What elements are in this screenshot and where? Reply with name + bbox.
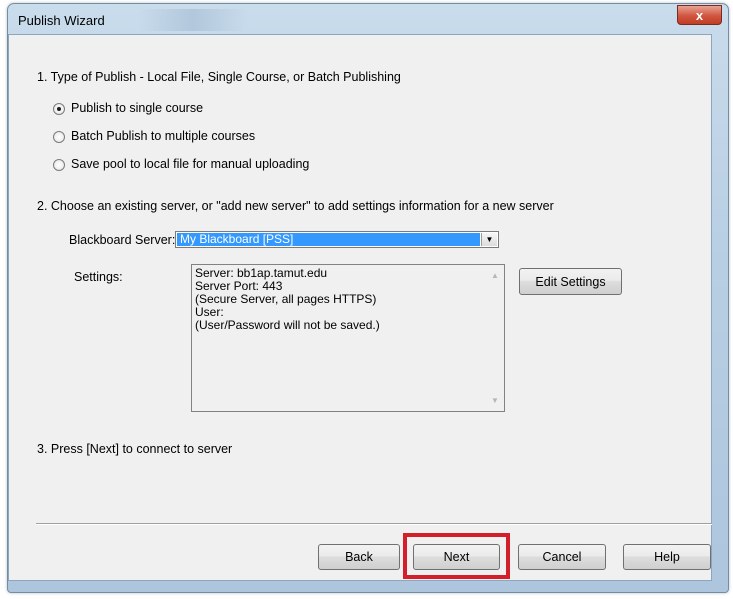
help-button[interactable]: Help [623, 544, 711, 570]
footer-separator [36, 523, 712, 525]
radio-label-batch-publish[interactable]: Batch Publish to multiple courses [71, 129, 255, 143]
radio-label-single-course[interactable]: Publish to single course [71, 101, 203, 115]
close-button[interactable]: x [677, 5, 722, 25]
settings-label: Settings: [74, 270, 123, 284]
edit-settings-label: Edit Settings [535, 274, 606, 289]
radio-save-pool-local[interactable] [53, 159, 65, 171]
edit-settings-button[interactable]: Edit Settings [519, 268, 622, 295]
radio-batch-publish[interactable] [53, 131, 65, 143]
next-button-highlight [403, 533, 510, 579]
step1-heading: 1. Type of Publish - Local File, Single … [37, 70, 401, 84]
window-title: Publish Wizard [18, 13, 105, 28]
server-label: Blackboard Server: [69, 233, 176, 247]
step2-heading: 2. Choose an existing server, or "add ne… [37, 199, 554, 213]
cancel-button[interactable]: Cancel [518, 544, 606, 570]
radio-publish-single-course[interactable] [53, 103, 65, 115]
settings-line: (User/Password will not be saved.) [195, 318, 380, 332]
server-select-value: My Blackboard [PSS] [177, 233, 480, 246]
cancel-label: Cancel [542, 550, 582, 564]
scroll-up-icon[interactable]: ▲ [491, 271, 499, 280]
help-label: Help [654, 550, 680, 564]
title-bar: Publish Wizard x [8, 4, 728, 38]
settings-textarea[interactable]: Server: bb1ap.tamut.edu Server Port: 443… [191, 264, 505, 412]
settings-scrollbar[interactable]: ▲ ▼ [487, 265, 504, 411]
back-button[interactable]: Back [318, 544, 400, 570]
title-bar-ghost-image [138, 9, 248, 31]
scroll-down-icon[interactable]: ▼ [491, 396, 499, 405]
step3-heading: 3. Press [Next] to connect to server [37, 442, 233, 456]
close-icon: x [695, 7, 704, 23]
chevron-down-icon[interactable]: ▼ [481, 233, 497, 246]
radio-label-save-pool-local[interactable]: Save pool to local file for manual uploa… [71, 157, 309, 171]
back-label: Back [345, 550, 373, 564]
server-select[interactable]: My Blackboard [PSS] ▼ [175, 231, 499, 248]
